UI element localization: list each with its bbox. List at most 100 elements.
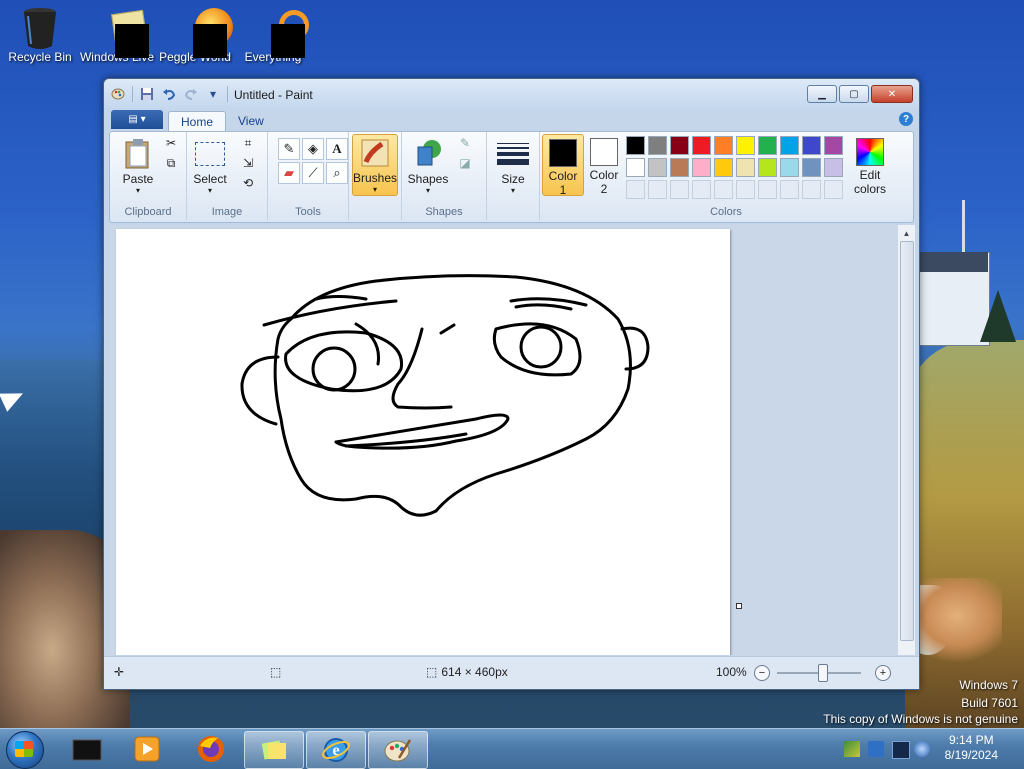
taskbar-app-paint[interactable] xyxy=(368,731,428,769)
desktop-icon-windows-live[interactable]: Windows Live xyxy=(77,4,157,64)
brushes-button[interactable]: Brushes ▾ xyxy=(352,134,398,196)
network-icon[interactable] xyxy=(892,741,910,759)
palette-swatch[interactable] xyxy=(802,136,821,155)
title-bar[interactable]: ▾ Untitled - Paint ▁ ▢ ✕ xyxy=(104,79,919,109)
tab-home[interactable]: Home xyxy=(168,111,227,132)
outline-icon[interactable]: ✎ xyxy=(456,134,474,152)
desktop-icon-peggle-world[interactable]: Peggle World xyxy=(155,4,235,64)
color1-button[interactable]: Color 1 xyxy=(542,134,584,197)
canvas-resize-handle[interactable] xyxy=(736,603,742,609)
scroll-thumb[interactable] xyxy=(900,241,914,641)
window-controls: ▁ ▢ ✕ xyxy=(807,85,913,103)
volume-icon[interactable] xyxy=(914,741,930,757)
select-button[interactable]: Select ▾ xyxy=(191,136,229,195)
separator xyxy=(132,86,133,102)
magnifier-icon[interactable]: ⌕ xyxy=(326,162,348,184)
minimize-button[interactable]: ▁ xyxy=(807,85,837,103)
palette-swatch[interactable] xyxy=(626,158,645,177)
edit-colors-label-2: colors xyxy=(853,182,886,196)
palette-swatch[interactable] xyxy=(692,158,711,177)
paint-app-icon[interactable] xyxy=(110,86,126,102)
ribbon-tabs: ▤ ▾ Home View ? xyxy=(104,109,919,132)
text-icon[interactable]: A xyxy=(326,138,348,160)
custom-color-slot[interactable] xyxy=(736,180,755,199)
vertical-scrollbar[interactable]: ▲ xyxy=(897,225,915,655)
group-brushes: Brushes ▾ xyxy=(349,132,402,220)
copy-icon[interactable]: ⧉ xyxy=(162,154,180,172)
custom-color-slot[interactable] xyxy=(648,180,667,199)
close-button[interactable]: ✕ xyxy=(871,85,913,103)
cut-icon[interactable]: ✂ xyxy=(162,134,180,152)
palette-swatch[interactable] xyxy=(780,136,799,155)
palette-swatch[interactable] xyxy=(758,158,777,177)
palette-swatch[interactable] xyxy=(692,136,711,155)
custom-color-slot[interactable] xyxy=(802,180,821,199)
select-label: Select xyxy=(193,172,227,186)
palette-swatch[interactable] xyxy=(714,136,733,155)
tab-view[interactable]: View xyxy=(226,111,276,131)
customize-toolbar-icon[interactable]: ▾ xyxy=(205,86,221,102)
palette-swatch[interactable] xyxy=(736,158,755,177)
paint-menu-button[interactable]: ▤ ▾ xyxy=(111,110,163,129)
rotate-icon[interactable]: ⟲ xyxy=(239,174,257,192)
clock[interactable]: 9:14 PM 8/19/2024 xyxy=(945,733,998,763)
desktop-icon-recycle-bin[interactable]: Recycle Bin xyxy=(0,4,80,64)
size-button[interactable]: Size ▾ xyxy=(491,136,535,195)
crop-icon[interactable]: ⌗ xyxy=(239,134,257,152)
zoom-in-button[interactable]: + xyxy=(875,665,891,681)
custom-color-slot[interactable] xyxy=(670,180,689,199)
scroll-up-icon[interactable]: ▲ xyxy=(898,225,915,241)
palette-swatch[interactable] xyxy=(670,158,689,177)
fill-shape-icon[interactable]: ◪ xyxy=(456,154,474,172)
maximize-button[interactable]: ▢ xyxy=(839,85,869,103)
taskbar: e 9:14 PM 8/19/2024 xyxy=(0,728,1024,769)
line-width-icon xyxy=(491,136,535,172)
eraser-icon[interactable]: ▰ xyxy=(278,162,300,184)
taskbar-app-sticky-notes[interactable] xyxy=(244,731,304,769)
palette-swatch[interactable] xyxy=(648,136,667,155)
drawing-canvas[interactable] xyxy=(116,229,730,655)
palette-swatch[interactable] xyxy=(648,158,667,177)
pencil-icon[interactable]: ✎ xyxy=(278,138,300,160)
edit-colors-button[interactable]: Edit colors xyxy=(848,136,892,196)
custom-color-slot[interactable] xyxy=(692,180,711,199)
custom-color-slot[interactable] xyxy=(714,180,733,199)
color2-button[interactable]: Color 2 xyxy=(584,134,624,196)
custom-color-slot[interactable] xyxy=(780,180,799,199)
taskbar-app-folder[interactable] xyxy=(58,731,116,767)
undo-icon[interactable] xyxy=(161,86,177,102)
resize-icon[interactable]: ⇲ xyxy=(239,154,257,172)
palette-swatch[interactable] xyxy=(780,158,799,177)
taskbar-app-media-player[interactable] xyxy=(118,731,176,767)
zoom-slider-thumb[interactable] xyxy=(818,664,828,682)
color1-swatch xyxy=(549,139,577,167)
custom-color-slot[interactable] xyxy=(626,180,645,199)
save-icon[interactable] xyxy=(139,86,155,102)
taskbar-app-internet-explorer[interactable]: e xyxy=(306,731,366,769)
palette-swatch[interactable] xyxy=(802,158,821,177)
color-picker-icon[interactable]: ⟋ xyxy=(302,162,324,184)
action-center-icon[interactable] xyxy=(868,741,884,757)
shapes-button[interactable]: Shapes ▾ xyxy=(406,136,450,195)
palette-swatch[interactable] xyxy=(824,136,843,155)
separator xyxy=(227,86,228,102)
palette-swatch[interactable] xyxy=(714,158,733,177)
desktop-icon-everything[interactable]: Everything xyxy=(233,4,313,64)
palette-swatch[interactable] xyxy=(824,158,843,177)
fill-icon[interactable]: ◈ xyxy=(302,138,324,160)
redo-icon[interactable] xyxy=(183,86,199,102)
palette-swatch[interactable] xyxy=(758,136,777,155)
help-icon[interactable]: ? xyxy=(899,112,913,126)
paste-button[interactable]: Paste ▾ xyxy=(116,136,160,195)
tray-app-icon[interactable] xyxy=(844,741,860,757)
palette-swatch[interactable] xyxy=(626,136,645,155)
maximize-icon: ▢ xyxy=(849,88,859,100)
palette-swatch[interactable] xyxy=(736,136,755,155)
color2-swatch xyxy=(590,138,618,166)
custom-color-slot[interactable] xyxy=(824,180,843,199)
taskbar-app-firefox[interactable] xyxy=(182,731,240,767)
dropdown-arrow-icon: ▾ xyxy=(372,185,377,194)
palette-swatch[interactable] xyxy=(670,136,689,155)
zoom-out-button[interactable]: − xyxy=(754,665,770,681)
custom-color-slot[interactable] xyxy=(758,180,777,199)
